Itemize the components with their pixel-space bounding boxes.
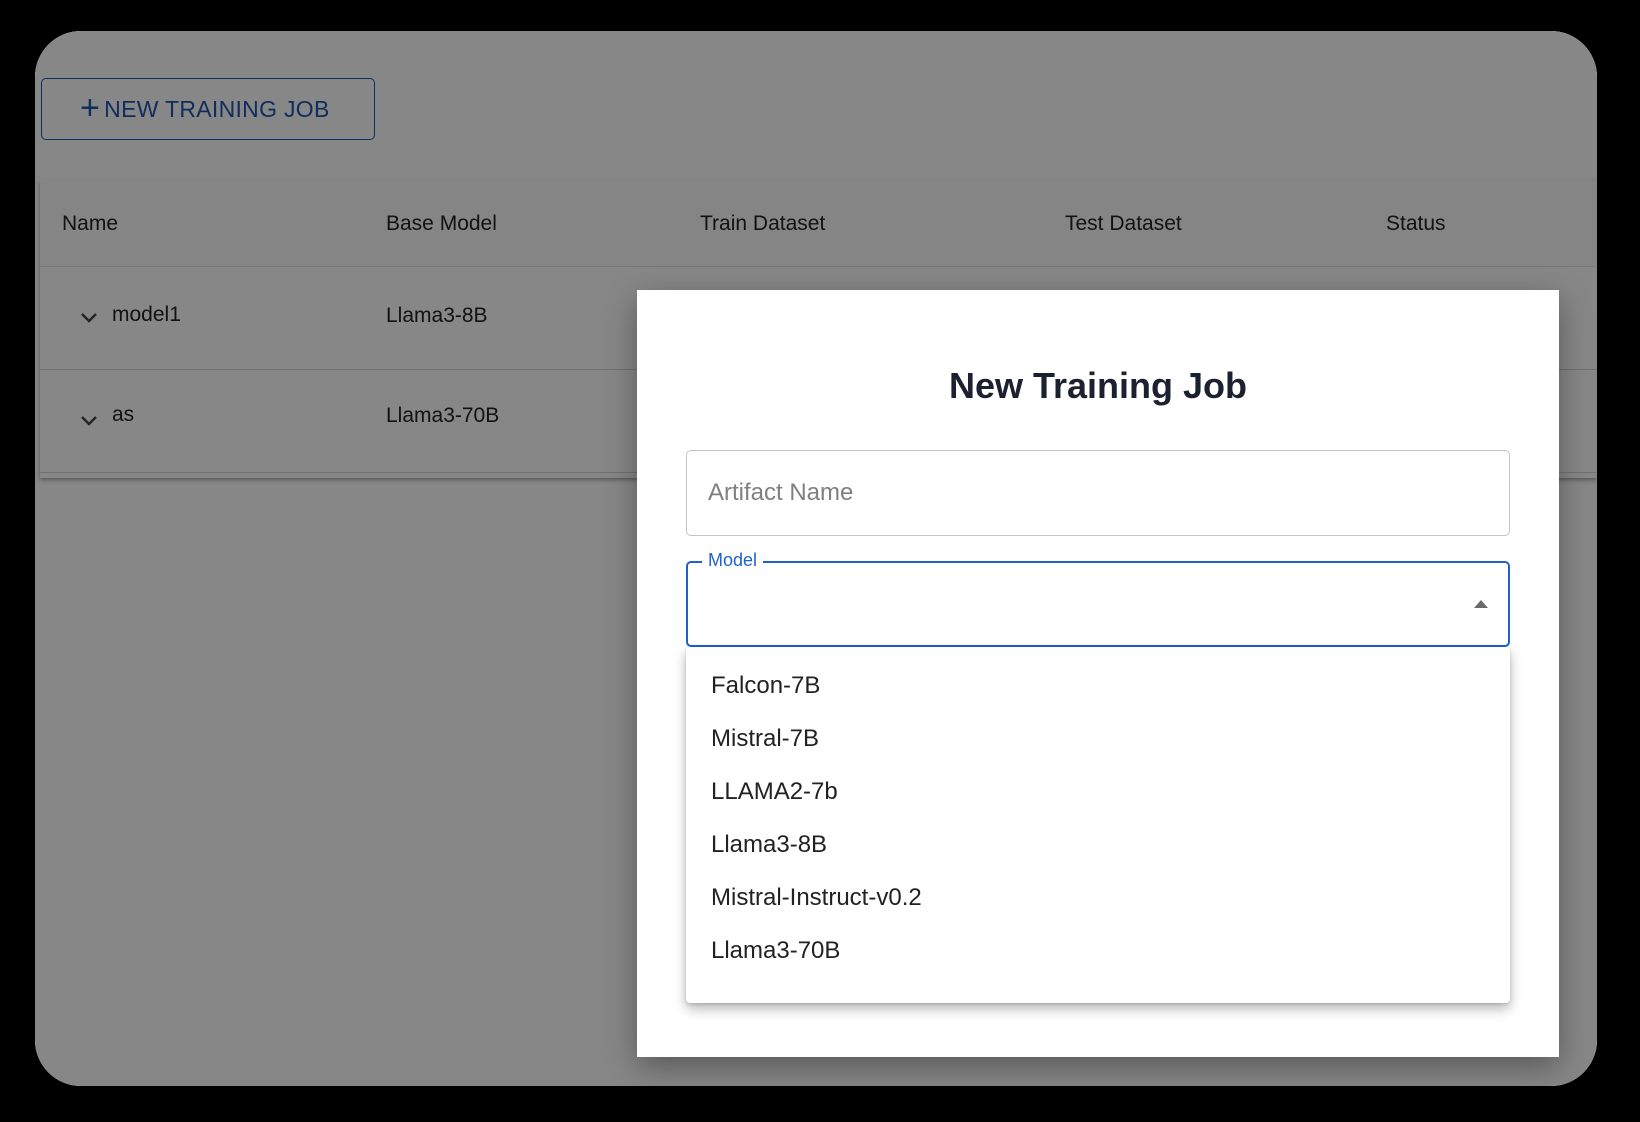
model-option[interactable]: Llama3-8B xyxy=(686,817,1510,872)
model-option[interactable]: Mistral-7B xyxy=(686,711,1510,766)
model-option[interactable]: LLAMA2-7b xyxy=(686,764,1510,819)
model-option[interactable]: Llama3-70B xyxy=(686,923,1510,978)
dialog-title: New Training Job xyxy=(948,365,1248,406)
artifact-name-input[interactable] xyxy=(687,451,1509,535)
model-options-menu: Falcon-7B Mistral-7B LLAMA2-7b Llama3-8B… xyxy=(686,647,1510,1003)
artifact-name-field[interactable] xyxy=(686,450,1510,536)
model-select[interactable]: Model xyxy=(686,550,1510,647)
new-training-job-dialog: New Training Job Model Falcon-7B Mistral… xyxy=(637,290,1559,1057)
model-option[interactable]: Falcon-7B xyxy=(686,658,1510,713)
app-window: + NEW TRAINING JOB Name Base Model Train… xyxy=(35,31,1597,1086)
model-option[interactable]: Mistral-Instruct-v0.2 xyxy=(686,870,1510,925)
model-label: Model xyxy=(702,550,764,571)
caret-up-icon[interactable] xyxy=(1474,600,1488,608)
